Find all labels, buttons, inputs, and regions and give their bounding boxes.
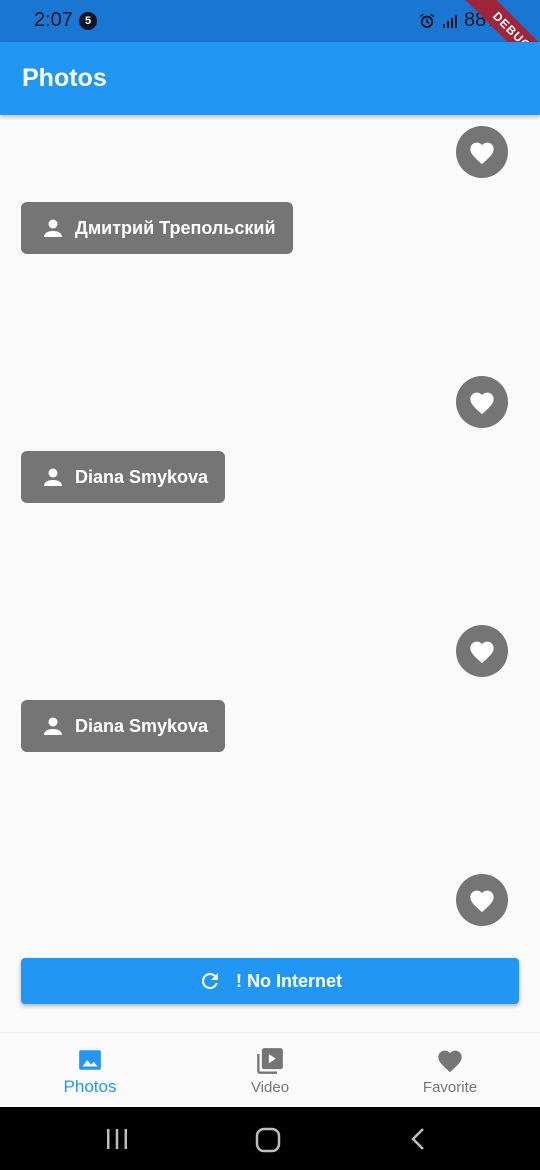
person-icon: [44, 219, 62, 237]
image-icon: [77, 1047, 103, 1075]
recent-apps-icon[interactable]: [105, 1127, 129, 1156]
author-name: Diana Smykova: [75, 466, 209, 487]
nav-tab-favorite[interactable]: Favorite: [360, 1033, 540, 1108]
page-title: Photos: [22, 64, 107, 92]
nav-label: Photos: [63, 1077, 117, 1096]
notification-count-badge: 5: [79, 12, 97, 30]
alarm-icon: [418, 12, 436, 30]
favorite-button[interactable]: [456, 874, 508, 926]
author-chip[interactable]: Diana Smykova: [21, 700, 226, 752]
back-icon[interactable]: [408, 1127, 430, 1156]
favorite-button[interactable]: [456, 625, 508, 677]
nav-label: Video: [250, 1079, 290, 1096]
nav-tab-video[interactable]: Video: [180, 1033, 360, 1108]
no-internet-label: ! No Internet: [236, 970, 342, 991]
signal-icon: [442, 13, 458, 29]
author-name: Дмитрий Трепольский: [75, 217, 276, 238]
video-library-icon: [256, 1047, 284, 1075]
author-name: Diana Smykova: [75, 715, 209, 736]
favorite-button[interactable]: [456, 376, 508, 428]
status-bar: 2:07 5 88%: [0, 0, 540, 42]
refresh-icon: [201, 973, 218, 989]
person-icon: [44, 468, 62, 486]
person-icon: [44, 717, 62, 735]
nav-tab-photos[interactable]: Photos: [0, 1033, 180, 1108]
heart-icon: [470, 392, 494, 415]
heart-icon: [470, 890, 494, 913]
author-chip[interactable]: Diana Smykova: [21, 451, 226, 503]
status-time: 2:07: [34, 9, 73, 31]
nav-label: Favorite: [422, 1079, 478, 1096]
favorite-button[interactable]: [456, 126, 508, 178]
app-bar: Photos: [0, 42, 540, 115]
retry-connection-button[interactable]: ! No Internet: [21, 958, 519, 1004]
author-chip[interactable]: Дмитрий Трепольский: [21, 202, 293, 254]
home-icon[interactable]: [255, 1127, 281, 1158]
system-navigation-bar: [0, 1107, 540, 1170]
heart-icon: [470, 142, 494, 165]
heart-icon: [436, 1047, 464, 1075]
bottom-navigation: Photos Video Favorite: [0, 1032, 540, 1108]
heart-icon: [470, 641, 494, 664]
